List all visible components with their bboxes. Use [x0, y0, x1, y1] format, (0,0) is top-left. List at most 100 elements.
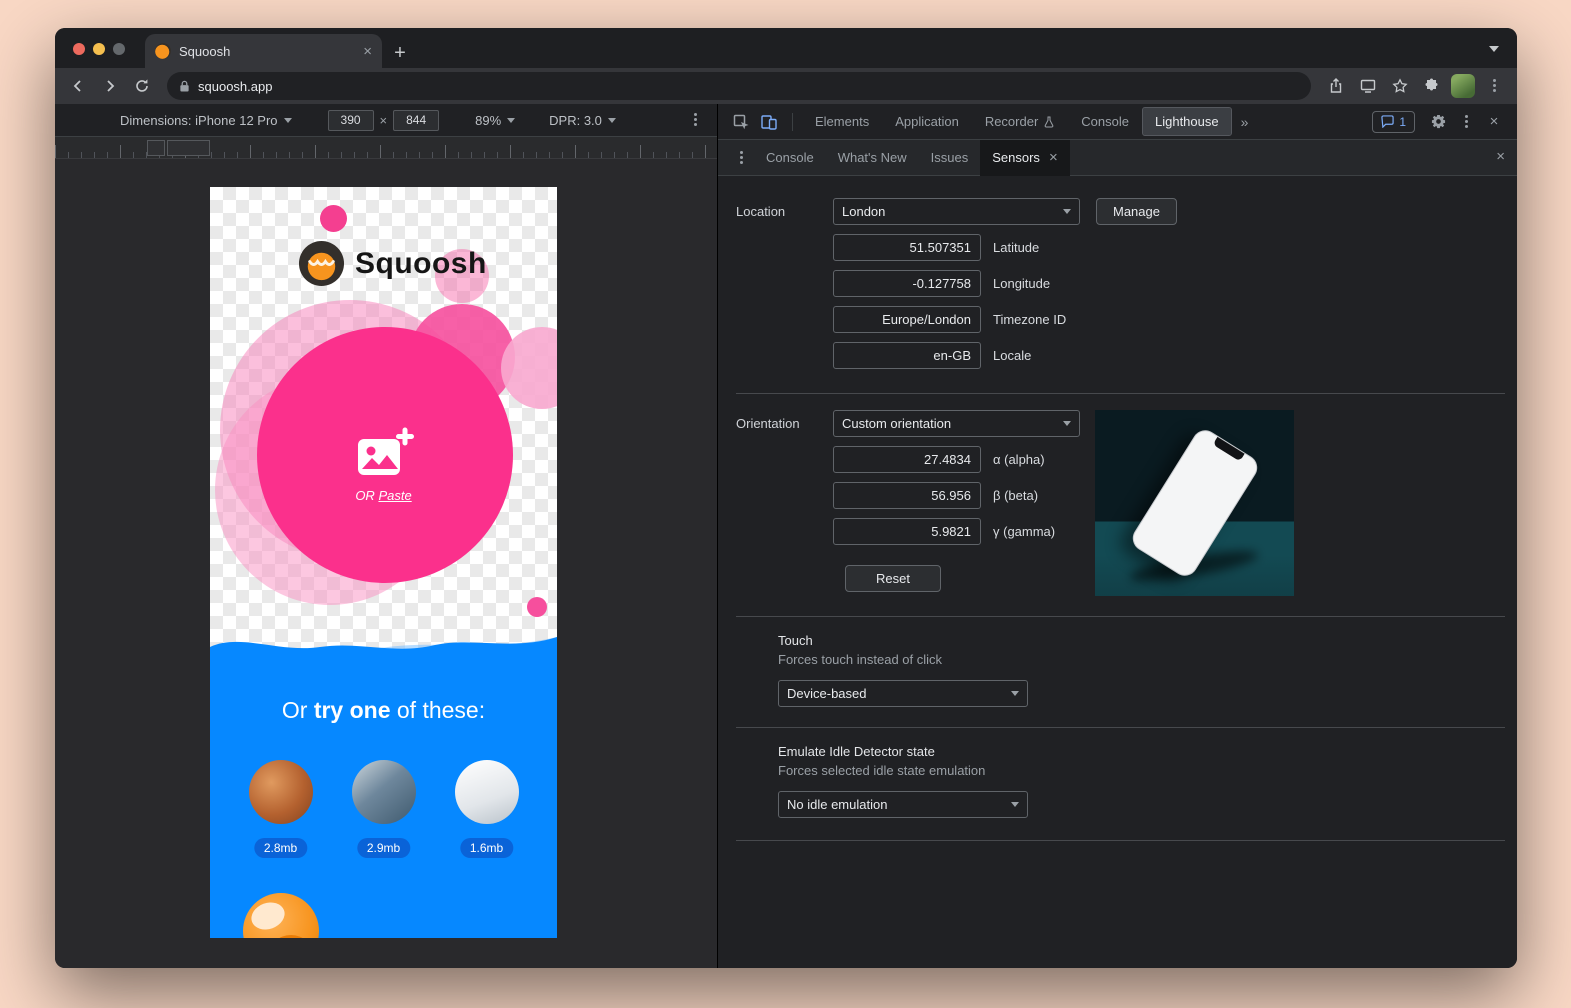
settings-gear-icon[interactable] [1425, 109, 1451, 135]
more-tabs-icon[interactable]: » [1233, 114, 1257, 130]
inspect-element-icon[interactable] [728, 109, 754, 135]
browser-menu-kebab-icon[interactable] [1481, 73, 1507, 99]
device-height-input[interactable]: 844 [393, 110, 439, 131]
drawer-tab-sensors[interactable]: Sensors × [980, 140, 1069, 176]
paste-link[interactable]: Paste [378, 488, 411, 503]
squoosh-logo-text: Squoosh [355, 247, 487, 281]
device-select[interactable]: Dimensions: iPhone 12 Pro [120, 113, 292, 128]
emulated-page-squoosh: Squoosh OR Paste [210, 187, 557, 938]
ruler-corner [147, 140, 165, 156]
squoosh-logo: Squoosh [298, 240, 487, 287]
idle-select[interactable]: No idle emulation [778, 791, 1028, 818]
squoosh-favicon-icon [155, 43, 171, 59]
browser-tab-squoosh[interactable]: Squoosh × [145, 34, 382, 68]
touch-select[interactable]: Device-based [778, 680, 1028, 707]
pink-dot-decoration [527, 597, 547, 617]
latitude-input[interactable]: 51.507351 [833, 234, 981, 261]
reset-button[interactable]: Reset [845, 565, 941, 592]
location-select[interactable]: London [833, 198, 1080, 225]
phone-notch [1213, 437, 1245, 462]
experiment-flask-icon [1043, 116, 1055, 128]
browser-toolbar: squoosh.app [55, 68, 1517, 104]
section-divider [736, 393, 1505, 394]
manage-button[interactable]: Manage [1096, 198, 1177, 225]
orientation-phone-preview[interactable] [1095, 410, 1294, 596]
try-one-text: Or try one of these: [210, 697, 557, 724]
window-controls [73, 43, 125, 55]
content-area: Dimensions: iPhone 12 Pro 390 × 844 89% … [55, 104, 1517, 968]
drawer-menu-kebab-icon[interactable] [728, 145, 754, 171]
add-image-icon[interactable] [356, 427, 414, 479]
file-size-badge: 2.9mb [357, 838, 410, 858]
device-mode-toolbar: Dimensions: iPhone 12 Pro 390 × 844 89% … [55, 104, 717, 137]
devtools-menu-kebab-icon[interactable] [1453, 109, 1479, 135]
extensions-icon[interactable] [1419, 73, 1445, 99]
address-bar[interactable]: squoosh.app [167, 72, 1311, 100]
beta-input[interactable]: 56.956 [833, 482, 981, 509]
tab-elements[interactable]: Elements [803, 106, 881, 137]
demo-image-panda[interactable]: 2.8mb [249, 760, 313, 824]
latitude-label: Latitude [993, 240, 1039, 255]
reload-button[interactable] [129, 73, 155, 99]
devtools-toolbar: Elements Application Recorder Console Li… [718, 104, 1517, 140]
dpr-select[interactable]: DPR: 3.0 [549, 113, 616, 128]
new-tab-button[interactable]: + [386, 38, 414, 68]
zoom-window-button[interactable] [113, 43, 125, 55]
beta-label: β (beta) [993, 488, 1038, 503]
drawer-tab-whats-new[interactable]: What's New [826, 140, 919, 176]
orientation-select[interactable]: Custom orientation [833, 410, 1080, 437]
zoom-select[interactable]: 89% [475, 113, 515, 128]
titlebar: Squoosh × + [55, 28, 1517, 68]
idle-detector-section: Emulate Idle Detector state Forces selec… [736, 744, 1505, 818]
file-size-badge: 1.6mb [460, 838, 513, 858]
drawer-tab-console[interactable]: Console [754, 140, 826, 176]
locale-input[interactable]: en-GB [833, 342, 981, 369]
issues-counter[interactable]: 1 [1372, 111, 1415, 133]
orientation-label: Orientation [736, 410, 833, 592]
share-icon[interactable] [1323, 73, 1349, 99]
browser-window: Squoosh × + squoosh.app [55, 28, 1517, 968]
device-toolbar-toggle-icon[interactable] [756, 109, 782, 135]
demo-image-dog[interactable]: 2.9mb [352, 760, 416, 824]
chevron-down-icon [507, 118, 515, 123]
bookmark-star-icon[interactable] [1387, 73, 1413, 99]
gamma-input[interactable]: 5.9821 [833, 518, 981, 545]
install-app-icon[interactable] [1355, 73, 1381, 99]
issues-count: 1 [1399, 115, 1406, 129]
drawer-close-icon[interactable]: × [1496, 149, 1505, 164]
chevron-down-icon [284, 118, 292, 123]
drawer-tab-bar: Console What's New Issues Sensors × × [718, 140, 1517, 176]
tab-recorder[interactable]: Recorder [973, 106, 1067, 137]
device-toolbar-kebab-icon[interactable] [687, 112, 703, 128]
touch-section: Touch Forces touch instead of click Devi… [736, 633, 1505, 707]
tab-search-chevron-icon[interactable] [1489, 46, 1499, 52]
panda-photo[interactable] [249, 760, 313, 824]
minimize-window-button[interactable] [93, 43, 105, 55]
device-width-input[interactable]: 390 [328, 110, 374, 131]
dog-photo[interactable] [352, 760, 416, 824]
demo-image-phone[interactable]: 1.6mb [455, 760, 519, 824]
ruler-corner [167, 140, 210, 156]
locale-label: Locale [993, 348, 1031, 363]
forward-button[interactable] [97, 73, 123, 99]
close-window-button[interactable] [73, 43, 85, 55]
back-button[interactable] [65, 73, 91, 99]
desktop-background: Squoosh × + squoosh.app [0, 0, 1571, 1008]
sensors-tab-close-icon[interactable]: × [1049, 150, 1058, 165]
chevron-down-icon [1063, 209, 1071, 214]
section-divider [736, 616, 1505, 617]
squoosh-logo-icon [298, 240, 345, 287]
tab-close-icon[interactable]: × [363, 44, 372, 59]
drawer-tab-issues[interactable]: Issues [919, 140, 981, 176]
alpha-input[interactable]: 27.4834 [833, 446, 981, 473]
timezone-input[interactable]: Europe/London [833, 306, 981, 333]
tab-console[interactable]: Console [1069, 106, 1141, 137]
longitude-input[interactable]: -0.127758 [833, 270, 981, 297]
profile-avatar[interactable] [1451, 74, 1475, 98]
tab-application[interactable]: Application [883, 106, 971, 137]
alpha-label: α (alpha) [993, 452, 1045, 467]
idle-title: Emulate Idle Detector state [778, 744, 1505, 759]
devtools-close-icon[interactable]: × [1481, 109, 1507, 135]
tab-lighthouse[interactable]: Lighthouse [1143, 108, 1231, 135]
phone-photo[interactable] [455, 760, 519, 824]
